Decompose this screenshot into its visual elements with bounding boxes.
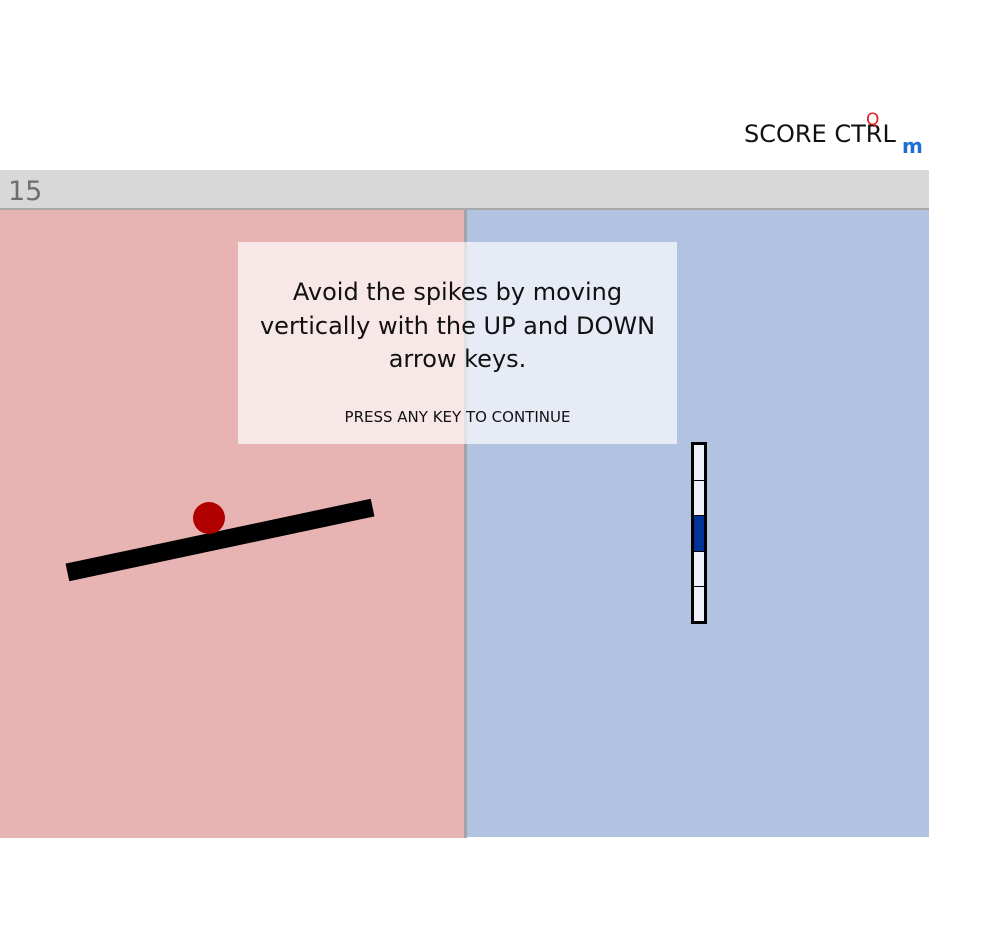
vertical-position-meter	[691, 442, 707, 624]
instructions-message: Avoid the spikes by moving vertically wi…	[259, 278, 656, 373]
m-indicator: m	[902, 134, 923, 158]
meter-active-segment	[694, 515, 704, 551]
meter-tick	[694, 550, 704, 552]
status-bar: 15	[0, 170, 929, 210]
meter-tick	[694, 480, 704, 482]
meter-tick	[694, 585, 704, 587]
red-ball	[193, 502, 225, 534]
counter-value: 15	[8, 176, 43, 207]
score-ctrl-header: SCORE CTRL Q m	[744, 110, 944, 158]
continue-prompt: PRESS ANY KEY TO CONTINUE	[344, 408, 571, 426]
instructions-overlay[interactable]: Avoid the spikes by moving vertically wi…	[238, 242, 677, 444]
meter-tick	[694, 515, 704, 517]
q-indicator: Q	[866, 110, 880, 130]
